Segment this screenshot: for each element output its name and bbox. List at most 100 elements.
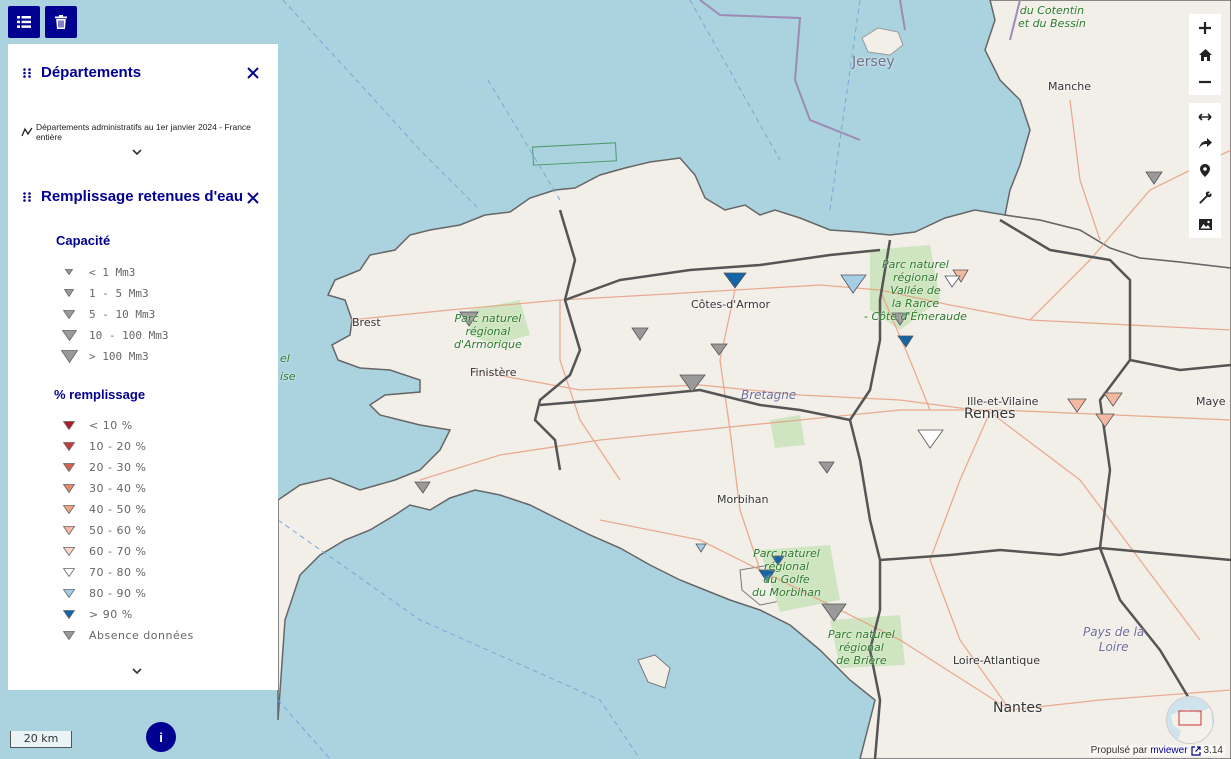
map-label-finistere: Finistère bbox=[470, 366, 517, 379]
map-label-jersey: Jersey bbox=[852, 54, 895, 70]
fill-legend-item: 20 - 30 % bbox=[56, 457, 146, 477]
capacity-legend-item: 5 - 10 Mm3 bbox=[56, 304, 155, 324]
drag-handle-icon[interactable] bbox=[23, 192, 31, 202]
fill-legend-item: 40 - 50 % bbox=[56, 499, 146, 519]
fill-legend-item: Absence données bbox=[56, 625, 194, 645]
zoom-out-button[interactable] bbox=[1189, 68, 1221, 95]
locate-button[interactable] bbox=[1189, 157, 1221, 184]
triangle-down-icon bbox=[56, 309, 82, 319]
fill-legend-label: 50 - 60 % bbox=[89, 523, 147, 537]
capacity-legend-label: > 100 Mm3 bbox=[89, 349, 149, 363]
map-label-pays-loire: Pays de la Loire bbox=[1083, 625, 1145, 654]
layer-title-remplissage: Remplissage retenues d'eau bbox=[41, 188, 243, 205]
info-button[interactable]: i bbox=[146, 722, 176, 752]
map-label-brest: Brest bbox=[352, 316, 381, 329]
map-label-manche: Manche bbox=[1048, 80, 1091, 93]
fill-legend-item: 60 - 70 % bbox=[56, 541, 146, 561]
triangle-down-icon bbox=[56, 504, 82, 514]
measure-arrows-icon bbox=[1198, 112, 1212, 121]
fill-legend-label: 20 - 30 % bbox=[89, 460, 147, 474]
fill-legend-item: 70 - 80 % bbox=[56, 562, 146, 582]
fill-legend-label: 30 - 40 % bbox=[89, 481, 147, 495]
triangle-down-icon bbox=[56, 567, 82, 577]
map-label-morbihan: Morbihan bbox=[717, 493, 769, 506]
layer-departements-subtitle: Départements administratifs au 1er janvi… bbox=[35, 122, 251, 142]
chevron-down-icon[interactable] bbox=[131, 148, 143, 156]
external-link-icon bbox=[1190, 745, 1201, 756]
fill-legend-item: 80 - 90 % bbox=[56, 583, 146, 603]
mviewer-link[interactable]: mviewer bbox=[1150, 745, 1187, 756]
map-label-parc-golfe: Parc naturel régional du Golfe du Morbih… bbox=[752, 547, 821, 599]
list-icon bbox=[17, 16, 31, 28]
drag-handle-icon[interactable] bbox=[23, 68, 31, 78]
fill-legend-item: 50 - 60 % bbox=[56, 520, 146, 540]
capacity-legend-item: < 1 Mm3 bbox=[56, 262, 135, 282]
overview-map-button[interactable] bbox=[1166, 696, 1214, 744]
fill-legend-label: < 10 % bbox=[89, 418, 133, 432]
triangle-down-icon bbox=[56, 349, 82, 363]
home-button[interactable] bbox=[1189, 41, 1221, 68]
map-label-parc-briere: Parc naturel régional de Brière bbox=[828, 628, 895, 667]
close-layer-departements-icon[interactable] bbox=[246, 66, 260, 80]
trash-icon bbox=[55, 15, 67, 29]
legend-toggle-button[interactable] bbox=[8, 6, 40, 38]
capacity-legend-item: 10 - 100 Mm3 bbox=[56, 325, 168, 345]
triangle-down-icon bbox=[56, 609, 82, 619]
attribution-prefix: Propulsé par bbox=[1090, 745, 1148, 756]
fill-legend-label: 60 - 70 % bbox=[89, 544, 147, 558]
triangle-down-icon bbox=[56, 546, 82, 556]
tools-button[interactable] bbox=[1189, 184, 1221, 211]
map-label-cotentin: du Cotentin et du Bessin bbox=[1018, 4, 1086, 30]
measure-button[interactable] bbox=[1189, 103, 1221, 130]
overview-map-thumbnail bbox=[1167, 697, 1213, 743]
zoom-in-button[interactable] bbox=[1189, 14, 1221, 41]
delete-button[interactable] bbox=[45, 6, 77, 38]
triangle-down-icon bbox=[56, 269, 82, 275]
triangle-down-icon bbox=[56, 289, 82, 297]
triangle-down-icon bbox=[56, 329, 82, 341]
capacity-legend-item: 1 - 5 Mm3 bbox=[56, 283, 149, 303]
share-button[interactable] bbox=[1189, 130, 1221, 157]
map-label-nantes: Nantes bbox=[993, 700, 1043, 716]
export-image-button[interactable] bbox=[1189, 211, 1221, 238]
fill-legend-item: 10 - 20 % bbox=[56, 436, 146, 456]
capacity-legend-label: < 1 Mm3 bbox=[89, 265, 136, 279]
map-label-parc-rance: Parc naturel régional Vallée de la Rance… bbox=[864, 258, 967, 323]
home-icon bbox=[1198, 48, 1212, 61]
triangle-down-icon bbox=[56, 630, 82, 640]
fill-legend-item: > 90 % bbox=[56, 604, 133, 624]
map-label-rennes: Rennes bbox=[964, 406, 1016, 422]
line-symbol-icon bbox=[21, 127, 33, 137]
close-layer-remplissage-icon[interactable] bbox=[246, 191, 260, 205]
fill-legend-label: > 90 % bbox=[89, 607, 133, 621]
capacity-legend-title: Capacité bbox=[56, 233, 111, 248]
image-icon bbox=[1198, 219, 1212, 230]
wrench-icon bbox=[1198, 191, 1212, 204]
map-marker-icon bbox=[1200, 164, 1210, 177]
triangle-down-icon bbox=[56, 462, 82, 472]
fill-legend-item: 30 - 40 % bbox=[56, 478, 146, 498]
scale-bar: 20 km bbox=[10, 731, 72, 748]
map-label-loire-atlantique: Loire-Atlantique bbox=[953, 654, 1041, 667]
layer-departements-legend: Départements administratifs au 1er janvi… bbox=[21, 122, 278, 142]
map-label-parc-marin-a: el bbox=[280, 352, 290, 365]
triangle-down-icon bbox=[56, 525, 82, 535]
map-label-bretagne: Bretagne bbox=[741, 388, 797, 402]
triangle-down-icon bbox=[56, 483, 82, 493]
triangle-down-icon bbox=[56, 588, 82, 598]
capacity-legend-label: 10 - 100 Mm3 bbox=[89, 328, 169, 342]
triangle-down-icon bbox=[56, 441, 82, 451]
triangle-down-icon bbox=[56, 420, 82, 430]
minus-icon bbox=[1199, 80, 1211, 83]
fill-legend-label: 80 - 90 % bbox=[89, 586, 147, 600]
map-label-parc-marin-b: ise bbox=[280, 370, 296, 383]
share-arrow-icon bbox=[1198, 138, 1212, 149]
layer-title-departements: Départements bbox=[41, 64, 142, 81]
map-label-mayenne: Maye bbox=[1196, 395, 1226, 408]
fill-legend-title: % remplissage bbox=[54, 387, 146, 402]
chevron-down-icon[interactable] bbox=[131, 667, 143, 675]
map-label-cotes-armor: Côtes-d'Armor bbox=[691, 298, 771, 311]
fill-legend-label: 70 - 80 % bbox=[89, 565, 147, 579]
capacity-legend-label: 1 - 5 Mm3 bbox=[89, 286, 149, 300]
tools-toolbar bbox=[1189, 103, 1221, 238]
